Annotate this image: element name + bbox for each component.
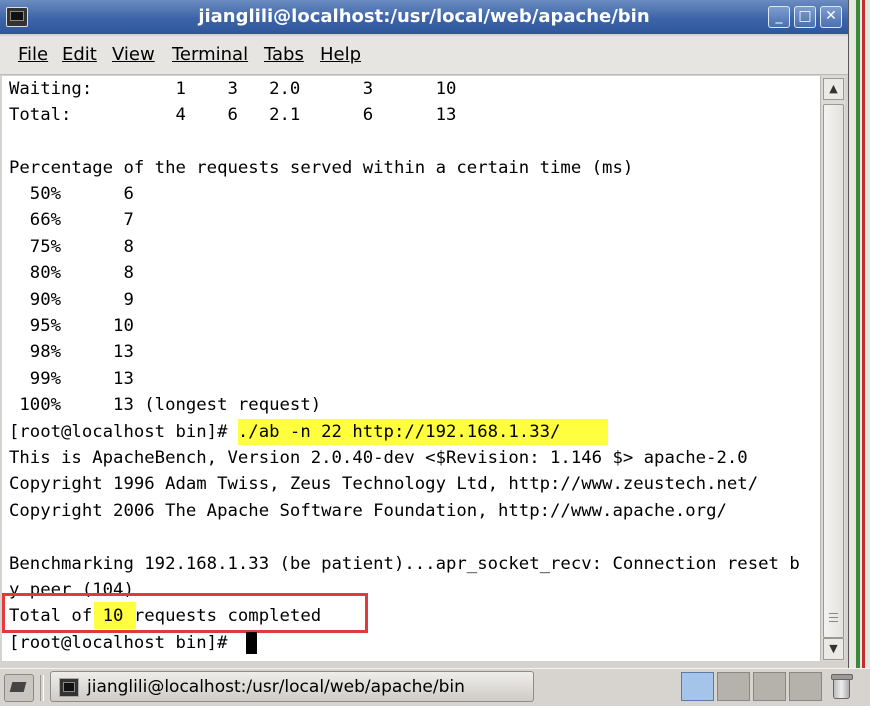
terminal-output[interactable]: Waiting: 1 3 2.0 3 10 Total: 4 6 2.1 6 1… bbox=[2, 76, 820, 661]
title-bar[interactable]: jianglili@localhost:/usr/local/web/apach… bbox=[0, 0, 848, 34]
window-title: jianglili@localhost:/usr/local/web/apach… bbox=[198, 6, 650, 27]
terminal-line: 99% 13 bbox=[9, 369, 134, 389]
annotation-red-box bbox=[2, 593, 368, 633]
workspace-4[interactable] bbox=[789, 672, 822, 701]
vertical-scrollbar[interactable]: ▲ ▼ bbox=[820, 76, 845, 661]
workspace-2[interactable] bbox=[717, 672, 750, 701]
show-desktop-icon[interactable] bbox=[4, 674, 34, 702]
menu-file[interactable]: File bbox=[18, 36, 48, 74]
terminal-line: Benchmarking 192.168.1.33 (be patient)..… bbox=[9, 554, 800, 574]
menu-tabs-label: Tabs bbox=[264, 44, 304, 65]
desktop-edge-red bbox=[862, 0, 865, 668]
close-button[interactable]: ✕ bbox=[820, 6, 842, 28]
scroll-down-arrow-icon[interactable]: ▼ bbox=[823, 638, 844, 660]
taskbar-window-label: jianglili@localhost:/usr/local/web/apach… bbox=[87, 677, 465, 697]
terminal-line: Total: 4 6 2.1 6 13 bbox=[9, 105, 457, 125]
thumb-grip-line bbox=[829, 621, 838, 622]
terminal-window: jianglili@localhost:/usr/local/web/apach… bbox=[0, 0, 849, 668]
maximize-button[interactable]: □ bbox=[794, 6, 816, 28]
scroll-up-arrow-icon[interactable]: ▲ bbox=[823, 78, 844, 100]
terminal-line: Percentage of the requests served within… bbox=[9, 158, 634, 178]
terminal-line: 80% 8 bbox=[9, 263, 134, 283]
terminal-line: [root@localhost bin]# bbox=[9, 633, 238, 653]
terminal-line: Waiting: 1 3 2.0 3 10 bbox=[9, 79, 457, 99]
desktop-background-strip bbox=[848, 0, 870, 668]
terminal-line: 100% 13 (longest request) bbox=[9, 395, 322, 415]
trash-bin bbox=[833, 679, 850, 699]
workspace-3[interactable] bbox=[753, 672, 786, 701]
menu-terminal-label: Terminal bbox=[172, 44, 249, 65]
trash-icon[interactable] bbox=[830, 672, 853, 700]
menu-tabs[interactable]: Tabs bbox=[264, 36, 304, 74]
workspace-1[interactable] bbox=[681, 672, 714, 701]
terminal-task-icon bbox=[59, 678, 79, 697]
terminal-line: 90% 9 bbox=[9, 290, 134, 310]
thumb-grip-line bbox=[829, 613, 838, 614]
thumb-grip-line bbox=[829, 617, 838, 618]
scroll-thumb[interactable] bbox=[823, 104, 844, 638]
terminal-line: 50% 6 bbox=[9, 184, 134, 204]
taskbar-separator bbox=[40, 675, 44, 701]
menu-edit-label: Edit bbox=[62, 44, 97, 65]
menu-help[interactable]: Help bbox=[320, 36, 361, 74]
menu-edit[interactable]: Edit bbox=[62, 36, 97, 74]
terminal-line: 75% 8 bbox=[9, 237, 134, 257]
terminal-line: [root@localhost bin]# ./ab -n 22 http://… bbox=[9, 422, 561, 442]
menu-file-label: File bbox=[18, 44, 49, 65]
taskbar-window-button[interactable]: jianglili@localhost:/usr/local/web/apach… bbox=[50, 671, 534, 702]
terminal-line: 95% 10 bbox=[9, 316, 134, 336]
menu-view-label: View bbox=[112, 44, 155, 65]
menu-help-label: Help bbox=[320, 44, 362, 65]
terminal-cursor bbox=[246, 632, 257, 654]
menu-view[interactable]: View bbox=[112, 36, 155, 74]
terminal-line: 66% 7 bbox=[9, 210, 134, 230]
taskbar: jianglili@localhost:/usr/local/web/apach… bbox=[0, 668, 870, 706]
terminal-line: Copyright 2006 The Apache Software Found… bbox=[9, 501, 727, 521]
terminal-line: This is ApacheBench, Version 2.0.40-dev … bbox=[9, 448, 748, 468]
menu-terminal[interactable]: Terminal bbox=[172, 36, 248, 74]
menu-bar: File Edit View Terminal Tabs Help bbox=[0, 36, 848, 75]
desktop-edge-green bbox=[856, 0, 860, 668]
minimize-button[interactable]: _ bbox=[768, 6, 790, 28]
terminal-line: 98% 13 bbox=[9, 342, 134, 362]
terminal-line: Copyright 1996 Adam Twiss, Zeus Technolo… bbox=[9, 474, 759, 494]
